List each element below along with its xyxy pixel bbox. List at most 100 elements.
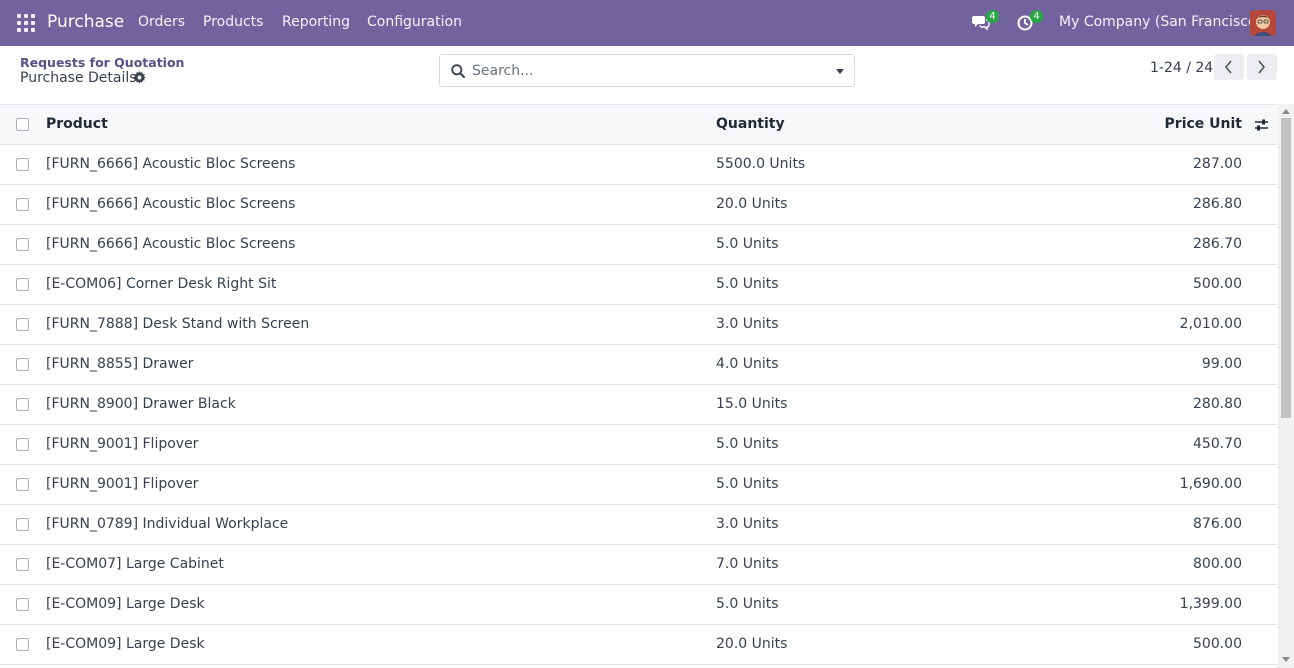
table-row[interactable]: [FURN_6666] Acoustic Bloc Screens 5500.0… xyxy=(0,145,1278,185)
table-row[interactable]: [FURN_6666] Acoustic Bloc Screens 5.0 Un… xyxy=(0,225,1278,265)
cell-quantity: 15.0 Units xyxy=(716,396,788,412)
cell-quantity: 5.0 Units xyxy=(716,236,779,252)
table-row[interactable]: [FURN_0789] Individual Workplace 3.0 Uni… xyxy=(0,505,1278,545)
breadcrumb-current: Purchase Details xyxy=(20,70,137,86)
top-navbar: Purchase Orders Products Reporting Confi… xyxy=(0,0,1294,46)
menu-products[interactable]: Products xyxy=(203,14,263,30)
table-row[interactable]: [E-COM06] Corner Desk Right Sit 5.0 Unit… xyxy=(0,265,1278,305)
row-checkbox[interactable] xyxy=(16,238,29,251)
cell-product: [FURN_7888] Desk Stand with Screen xyxy=(46,316,310,332)
scrollbar-thumb[interactable] xyxy=(1281,118,1291,418)
cell-quantity: 5500.0 Units xyxy=(716,156,806,172)
pager-value[interactable]: 1-24 / 24 xyxy=(1150,60,1213,76)
row-checkbox[interactable] xyxy=(16,158,29,171)
cell-price-unit: 450.70 xyxy=(1193,436,1242,452)
menu-orders[interactable]: Orders xyxy=(138,14,185,30)
search-icon xyxy=(451,64,465,78)
activities-button[interactable]: 4 xyxy=(1016,10,1043,33)
cell-price-unit: 99.00 xyxy=(1201,356,1242,372)
table-row[interactable]: [E-COM09] Large Desk 20.0 Units 500.00 xyxy=(0,625,1278,665)
cell-price-unit: 286.70 xyxy=(1193,236,1242,252)
scroll-up-arrow-icon[interactable] xyxy=(1282,109,1290,114)
cell-quantity: 5.0 Units xyxy=(716,436,779,452)
cell-product: [FURN_9001] Flipover xyxy=(46,436,199,452)
row-checkbox[interactable] xyxy=(16,198,29,211)
cell-product: [E-COM06] Corner Desk Right Sit xyxy=(46,276,277,292)
pager-previous-button[interactable] xyxy=(1214,54,1244,80)
cell-product: [FURN_8900] Drawer Black xyxy=(46,396,236,412)
row-checkbox[interactable] xyxy=(16,318,29,331)
cell-price-unit: 876.00 xyxy=(1193,516,1242,532)
select-all-checkbox[interactable] xyxy=(16,118,29,131)
row-checkbox[interactable] xyxy=(16,518,29,531)
cell-quantity: 20.0 Units xyxy=(716,196,788,212)
table-row[interactable]: [FURN_9001] Flipover 5.0 Units 1,690.00 xyxy=(0,465,1278,505)
cell-price-unit: 286.80 xyxy=(1193,196,1242,212)
cell-product: [FURN_6666] Acoustic Bloc Screens xyxy=(46,156,296,172)
cell-product: [E-COM07] Large Cabinet xyxy=(46,556,224,572)
search-options-toggle[interactable] xyxy=(826,54,855,87)
row-checkbox[interactable] xyxy=(16,438,29,451)
cell-quantity: 20.0 Units xyxy=(716,636,788,652)
cell-quantity: 5.0 Units xyxy=(716,596,779,612)
purchase-lines-list: Product Quantity Price Unit [FURN_6666] … xyxy=(0,104,1278,668)
search-bar xyxy=(439,54,827,87)
cell-product: [FURN_6666] Acoustic Bloc Screens xyxy=(46,236,296,252)
cell-product: [E-COM09] Large Desk xyxy=(46,596,205,612)
table-row[interactable]: [FURN_8855] Drawer 4.0 Units 99.00 xyxy=(0,345,1278,385)
table-row[interactable]: [FURN_9001] Flipover 5.0 Units 450.70 xyxy=(0,425,1278,465)
table-row[interactable]: [FURN_7888] Desk Stand with Screen 3.0 U… xyxy=(0,305,1278,345)
cell-quantity: 7.0 Units xyxy=(716,556,779,572)
row-checkbox[interactable] xyxy=(16,598,29,611)
cell-price-unit: 287.00 xyxy=(1193,156,1242,172)
cell-price-unit: 1,399.00 xyxy=(1179,596,1242,612)
table-row[interactable]: [FURN_8900] Drawer Black 15.0 Units 280.… xyxy=(0,385,1278,425)
cell-quantity: 3.0 Units xyxy=(716,516,779,532)
table-row[interactable]: [E-COM09] Large Desk 5.0 Units 1,399.00 xyxy=(0,585,1278,625)
gear-icon[interactable] xyxy=(133,71,146,84)
cell-price-unit: 500.00 xyxy=(1193,636,1242,652)
search-input[interactable] xyxy=(472,55,812,86)
row-checkbox[interactable] xyxy=(16,398,29,411)
column-header-price-unit[interactable]: Price Unit xyxy=(1165,116,1242,132)
app-grid-icon[interactable] xyxy=(17,14,35,32)
cell-product: [FURN_0789] Individual Workplace xyxy=(46,516,289,532)
company-switcher[interactable]: My Company (San Francisco) xyxy=(1059,14,1262,30)
cell-quantity: 4.0 Units xyxy=(716,356,779,372)
menu-configuration[interactable]: Configuration xyxy=(367,14,462,30)
pager-next-button[interactable] xyxy=(1247,54,1277,80)
chevron-left-icon xyxy=(1224,60,1232,74)
cell-product: [FURN_8855] Drawer xyxy=(46,356,194,372)
list-scrollbar[interactable] xyxy=(1278,104,1294,668)
cell-price-unit: 800.00 xyxy=(1193,556,1242,572)
column-header-quantity[interactable]: Quantity xyxy=(716,116,785,132)
cell-quantity: 5.0 Units xyxy=(716,276,779,292)
cell-product: [FURN_6666] Acoustic Bloc Screens xyxy=(46,196,296,212)
row-checkbox[interactable] xyxy=(16,558,29,571)
activities-count-badge: 4 xyxy=(1030,10,1043,23)
cell-price-unit: 1,690.00 xyxy=(1179,476,1242,492)
table-row[interactable]: [E-COM07] Large Cabinet 7.0 Units 800.00 xyxy=(0,545,1278,585)
user-avatar-icon xyxy=(1250,10,1276,36)
cell-price-unit: 500.00 xyxy=(1193,276,1242,292)
app-title[interactable]: Purchase xyxy=(47,12,124,32)
cell-quantity: 3.0 Units xyxy=(716,316,779,332)
cell-product: [E-COM09] Large Desk xyxy=(46,636,205,652)
optional-columns-icon[interactable] xyxy=(1254,118,1269,132)
row-checkbox[interactable] xyxy=(16,478,29,491)
breadcrumb-parent-link[interactable]: Requests for Quotation xyxy=(20,55,184,70)
menu-reporting[interactable]: Reporting xyxy=(282,14,350,30)
table-row[interactable]: [FURN_6666] Acoustic Bloc Screens 20.0 U… xyxy=(0,185,1278,225)
row-checkbox[interactable] xyxy=(16,638,29,651)
column-header-product[interactable]: Product xyxy=(46,116,108,132)
messages-count-badge: 4 xyxy=(986,10,999,23)
cell-price-unit: 2,010.00 xyxy=(1179,316,1242,332)
row-checkbox[interactable] xyxy=(16,278,29,291)
scroll-down-arrow-icon[interactable] xyxy=(1282,657,1290,662)
messages-button[interactable]: 4 xyxy=(972,10,999,33)
cell-quantity: 5.0 Units xyxy=(716,476,779,492)
table-header: Product Quantity Price Unit xyxy=(0,105,1278,145)
chevron-right-icon xyxy=(1258,60,1266,74)
user-avatar[interactable] xyxy=(1250,10,1276,36)
row-checkbox[interactable] xyxy=(16,358,29,371)
